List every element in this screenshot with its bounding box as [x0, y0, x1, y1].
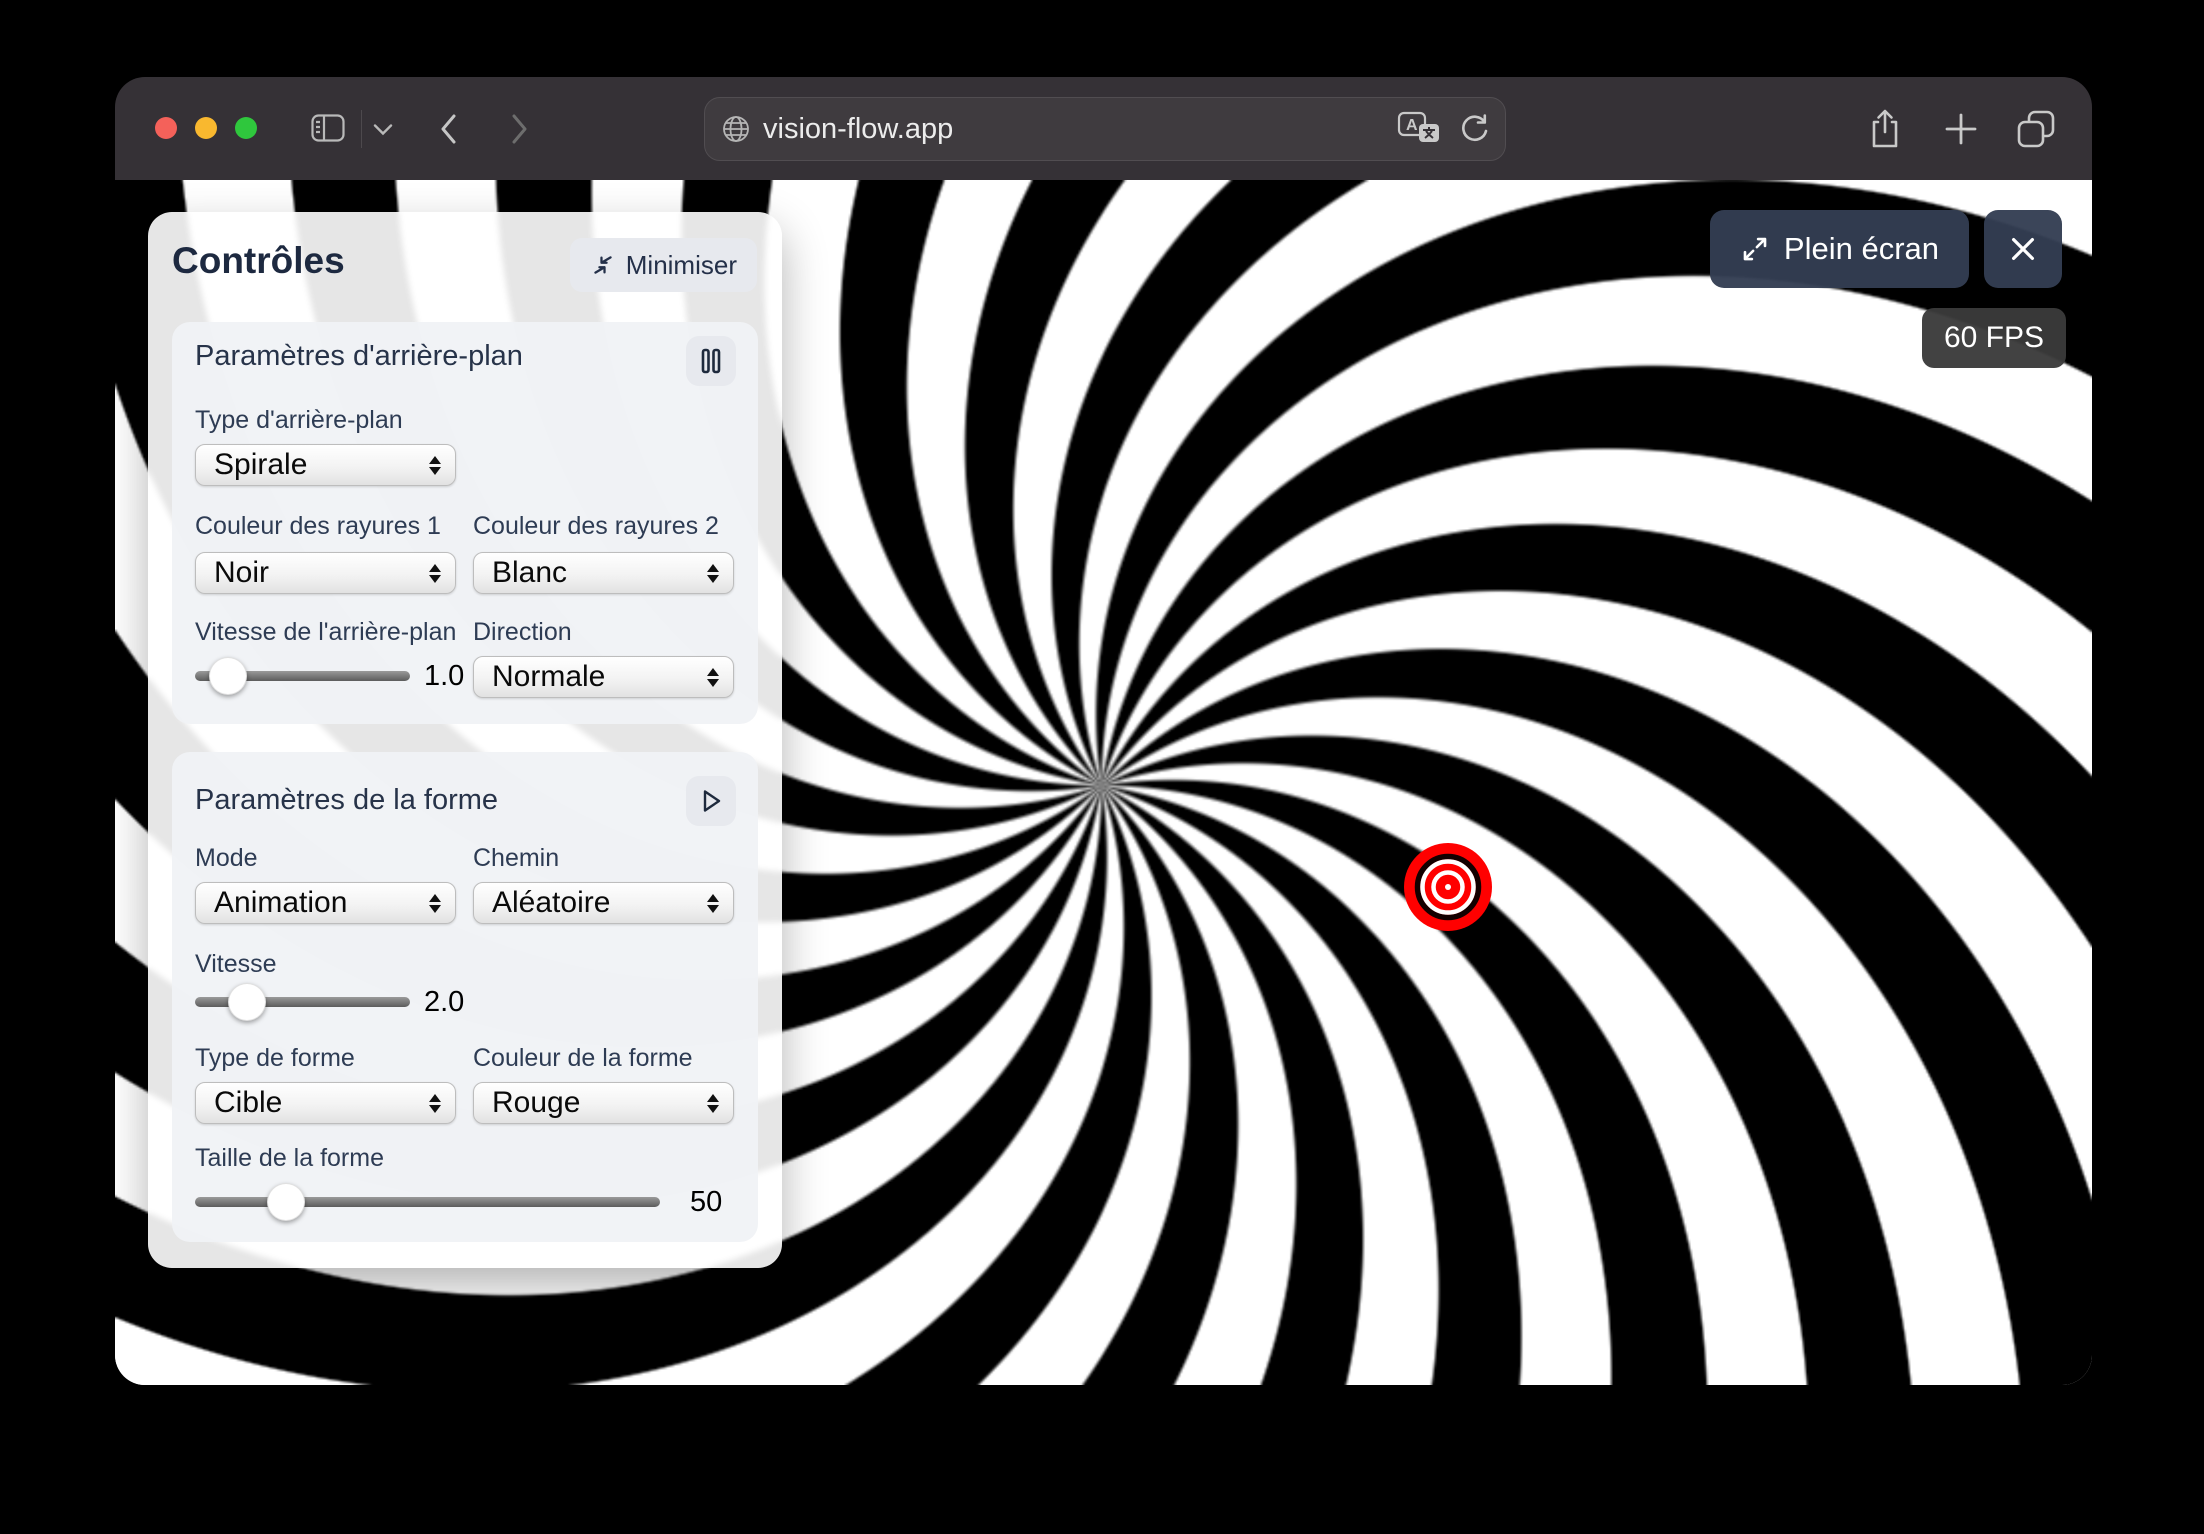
tab-overview-icon[interactable]	[2015, 108, 2057, 150]
stripe-color2-select[interactable]: Blanc	[473, 552, 734, 594]
chevron-down-icon[interactable]	[373, 123, 393, 136]
url-text[interactable]: vision-flow.app	[763, 113, 1397, 146]
translate-icon[interactable]: A	[1397, 111, 1441, 147]
pause-icon	[698, 347, 724, 375]
target-shape[interactable]	[1398, 837, 1498, 937]
shape-size-slider[interactable]	[195, 1182, 660, 1222]
fullscreen-button[interactable]: Plein écran	[1710, 210, 1969, 288]
svg-text:A: A	[1406, 117, 1418, 134]
fps-badge: 60 FPS	[1922, 308, 2066, 368]
close-overlay-button[interactable]	[1984, 210, 2062, 288]
mode-select[interactable]: Animation	[195, 882, 456, 924]
window-zoom-button[interactable]	[235, 117, 257, 139]
page-content: Plein écran 60 FPS Contrôles	[115, 180, 2092, 1385]
direction-label: Direction	[473, 618, 572, 647]
fullscreen-label: Plein écran	[1784, 231, 1939, 267]
shape-speed-slider[interactable]	[195, 982, 410, 1022]
toolbar-divider	[361, 110, 362, 148]
background-settings-card: Paramètres d'arrière-plan Type d'arrière…	[172, 322, 758, 724]
panel-title: Contrôles	[172, 240, 345, 282]
mode-label: Mode	[195, 844, 258, 873]
background-section-title: Paramètres d'arrière-plan	[195, 340, 523, 373]
shape-size-label: Taille de la forme	[195, 1144, 384, 1173]
address-bar[interactable]: vision-flow.app A	[704, 97, 1506, 161]
background-speed-slider[interactable]	[195, 656, 410, 696]
window-minimize-button[interactable]	[195, 117, 217, 139]
slider-track[interactable]	[195, 1197, 660, 1207]
background-type-label: Type d'arrière-plan	[195, 406, 403, 435]
share-icon[interactable]	[1867, 108, 1903, 150]
reload-icon[interactable]	[1459, 113, 1489, 145]
stripe-color1-label: Couleur des rayures 1	[195, 512, 441, 541]
back-button-icon[interactable]	[437, 113, 461, 145]
browser-window: vision-flow.app A	[115, 77, 2092, 1385]
select-arrows-icon	[429, 1094, 441, 1113]
stripe-color1-select[interactable]: Noir	[195, 552, 456, 594]
shape-section-title: Paramètres de la forme	[195, 784, 498, 817]
slider-thumb[interactable]	[209, 657, 247, 695]
minimize-label: Minimiser	[626, 250, 737, 281]
shape-type-label: Type de forme	[195, 1044, 355, 1073]
collapse-icon	[590, 252, 616, 278]
select-arrows-icon	[429, 564, 441, 583]
select-arrows-icon	[707, 1094, 719, 1113]
window-close-button[interactable]	[155, 117, 177, 139]
screen: vision-flow.app A	[0, 0, 2204, 1534]
shape-color-select[interactable]: Rouge	[473, 1082, 734, 1124]
direction-select[interactable]: Normale	[473, 656, 734, 698]
path-select[interactable]: Aléatoire	[473, 882, 734, 924]
background-speed-value: 1.0	[424, 660, 464, 693]
shape-speed-label: Vitesse	[195, 950, 277, 979]
minimize-panel-button[interactable]: Minimiser	[570, 238, 757, 292]
shape-color-label: Couleur de la forme	[473, 1044, 693, 1073]
shape-type-select[interactable]: Cible	[195, 1082, 456, 1124]
globe-icon	[721, 114, 751, 144]
select-arrows-icon	[707, 894, 719, 913]
shape-settings-card: Paramètres de la forme Mode Chemin Anima…	[172, 752, 758, 1242]
stripe-color2-label: Couleur des rayures 2	[473, 512, 719, 541]
controls-panel: Contrôles Minimiser Paramètres d'arrière…	[148, 212, 782, 1268]
shape-speed-value: 2.0	[424, 986, 464, 1019]
new-tab-icon[interactable]	[1943, 111, 1979, 147]
forward-button-icon[interactable]	[507, 113, 531, 145]
select-arrows-icon	[707, 668, 719, 687]
background-type-select[interactable]: Spirale	[195, 444, 456, 486]
close-icon	[2008, 234, 2038, 264]
select-arrows-icon	[429, 894, 441, 913]
expand-icon	[1740, 234, 1770, 264]
path-label: Chemin	[473, 844, 559, 873]
shape-size-value: 50	[690, 1186, 722, 1219]
select-arrows-icon	[429, 456, 441, 475]
browser-toolbar: vision-flow.app A	[115, 77, 2092, 180]
select-arrows-icon	[707, 564, 719, 583]
background-speed-label: Vitesse de l'arrière-plan	[195, 618, 456, 647]
pause-background-button[interactable]	[686, 336, 736, 386]
slider-thumb[interactable]	[267, 1183, 305, 1221]
slider-thumb[interactable]	[228, 983, 266, 1021]
play-icon	[698, 787, 724, 815]
sidebar-toggle-icon[interactable]	[311, 114, 345, 142]
play-shape-button[interactable]	[686, 776, 736, 826]
